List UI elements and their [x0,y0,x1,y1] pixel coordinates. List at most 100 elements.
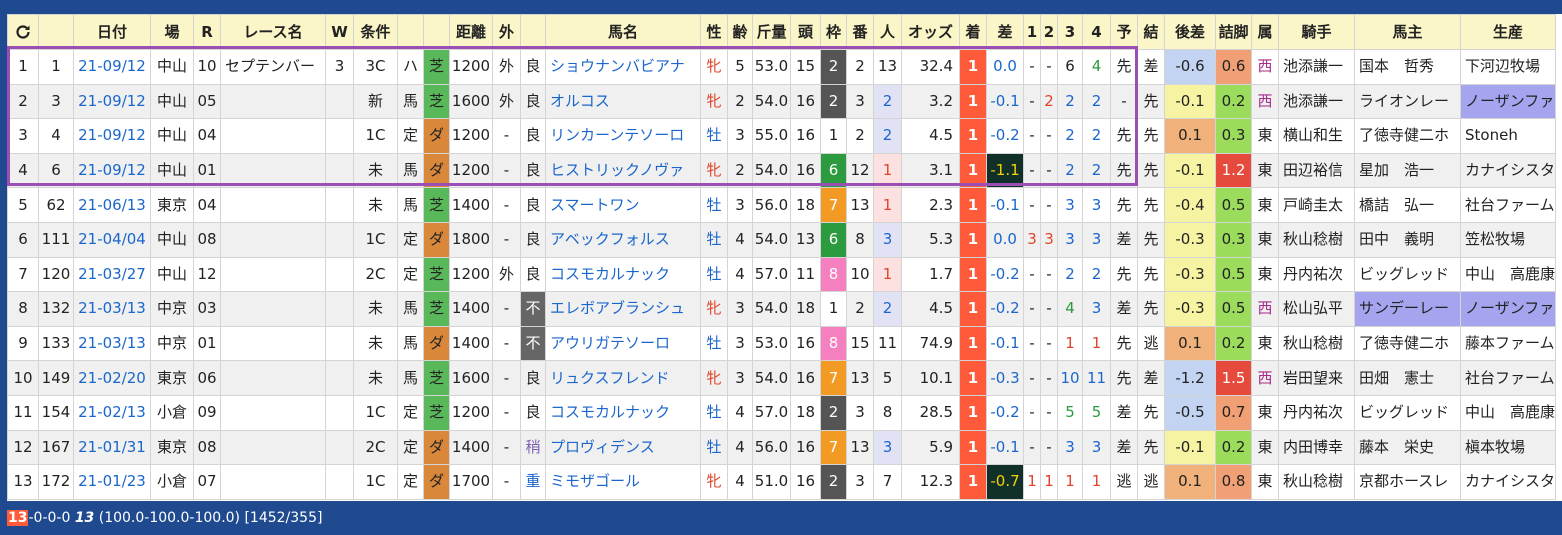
col-header-end-speed[interactable]: 詰脚 [1215,14,1252,50]
col-header-distance[interactable]: 距離 [449,14,493,50]
col-header-heads[interactable]: 頭 [790,14,821,50]
cell-horse[interactable]: ヒストリックノヴァ [545,152,701,189]
col-header-age[interactable]: 齢 [727,14,753,50]
col-header-condition[interactable] [520,14,546,50]
cell-late: -0.4 [1164,187,1216,223]
cell-frame: 1 [820,118,847,154]
cell-date[interactable]: 21-01/31 [73,429,151,466]
cell-age: 4 [727,464,753,500]
col-header-popularity[interactable]: 人 [873,14,902,50]
refresh-button[interactable] [7,14,39,50]
col-header-race-name[interactable]: レース名 [220,14,326,50]
col-header-outer[interactable]: 外 [492,14,521,50]
col-header-place[interactable]: 場 [150,14,194,50]
table-row[interactable]: 3 4 21-09/12 中山 04 1C 定ダ 1200- 良リンカーンテソーロ牡 3 55.0 1… [7,118,1557,154]
table-row[interactable]: 10 149 21-02/20 東京 06 未馬芝 1600- 良リュクスフレンド牝 3 54.0… [7,360,1557,396]
col-header-grade[interactable]: 条件 [353,14,398,50]
cell-horse[interactable]: コスモカルナック [545,394,701,431]
cell-horse[interactable]: アベックフォルス [545,221,701,258]
col-header-belong[interactable]: 属 [1251,14,1279,50]
cell-end: 0.2 [1215,429,1252,466]
cell-horse[interactable]: リンカーンテソーロ [545,118,701,154]
cell-horse[interactable]: アウリガテソーロ [545,325,701,362]
cell-date[interactable]: 21-02/13 [73,394,151,431]
table-row[interactable]: 1 1 21-09/12 中山 10 セプテンバー 3 3C ハ芝 1200 外良ショウナンバビアナ… [7,49,1557,85]
cell-date[interactable]: 21-01/23 [73,464,151,500]
cell-date[interactable]: 21-04/04 [73,221,151,258]
col-header-corner3[interactable]: 3 [1057,14,1083,50]
cell-weight: 54.0 [752,83,791,120]
col-header-race-no[interactable]: R [193,14,221,50]
cell-date[interactable]: 21-02/20 [73,360,151,396]
cell-sex: 牡 [700,325,728,362]
table-row[interactable]: 11 154 21-02/13 小倉 09 1C 定芝 1200- 良コスモカルナック牡 4 57.… [7,394,1557,431]
col-header-result[interactable]: 結 [1137,14,1165,50]
col-header-owner[interactable]: 馬主 [1354,14,1461,50]
table-row[interactable]: 5 62 21-06/13 東京 04 未馬芝 1400- 良スマートワン牡 3 56.0 18 7 1… [7,187,1557,223]
cell-horse[interactable]: エレボアブランシュ [545,291,701,327]
col-header-prediction[interactable]: 予 [1110,14,1138,50]
cell-margin: -0.3 [986,360,1024,396]
cell-owner: 田中 義明 [1354,221,1461,258]
cell-res: 逃 [1137,325,1165,362]
col-header-margin[interactable]: 差 [986,14,1024,50]
table-row[interactable]: 6 111 21-04/04 中山 08 1C 定ダ 1800- 良アベックフォルス牡 4 54.0… [7,221,1557,258]
cell-date[interactable]: 21-09/12 [73,118,151,154]
cell-horse[interactable]: オルコス [545,83,701,120]
table-row[interactable]: 7 120 21-03/27 中山 12 2C 定芝 1200 外良コスモカルナック牡 4 57.0… [7,256,1557,293]
col-header-corner1[interactable]: 1 [1023,14,1041,50]
cell-date[interactable]: 21-09/12 [73,152,151,189]
cell-horse[interactable]: スマートワン [545,187,701,223]
cell-end: 0.2 [1215,83,1252,120]
cell-jockey: 丹内祐次 [1278,256,1355,293]
cell-cls: 定 [397,256,424,293]
table-row[interactable]: 12 167 21-01/31 東京 08 2C 定ダ 1400- 稍プロヴィデンス牡 4 56.0… [7,429,1557,466]
cell-date[interactable]: 21-03/27 [73,256,151,293]
cell-owner: 国本 哲秀 [1354,49,1461,85]
table-row[interactable]: 9 133 21-03/13 中京 01 未馬ダ 1400- 不アウリガテソーロ牡 3 53.0 1… [7,325,1557,362]
col-header-corner4[interactable]: 4 [1082,14,1111,50]
cell-date[interactable]: 21-06/13 [73,187,151,223]
cell-sex: 牡 [700,429,728,466]
cell-pred: 差 [1110,291,1138,327]
table-row[interactable]: 8 132 21-03/13 中京 03 未馬芝 1400- 不エレボアブランシュ牝 3 54.0… [7,291,1557,327]
cell-date[interactable]: 21-09/12 [73,83,151,120]
cell-c1: - [1023,152,1041,189]
cell-fin: 1 [959,152,987,189]
col-header-sex[interactable]: 性 [700,14,728,50]
col-header-finish[interactable]: 着 [959,14,987,50]
cell-margin: -0.2 [986,394,1024,431]
cell-date[interactable]: 21-03/13 [73,325,151,362]
col-header-surface[interactable] [423,14,450,50]
cell-c2: - [1040,394,1058,431]
cell-breeder: 中山 高鹿康 [1459,394,1557,431]
cell-idx: 8 [7,291,39,327]
table-row[interactable]: 4 6 21-09/12 中山 01 未馬ダ 1200- 良ヒストリックノヴァ牝 2 54.0 16… [7,152,1557,189]
cell-end: 0.5 [1215,256,1252,293]
race-results-table: 日付場 R レース名 W 条件 距離外馬名性齢斤量頭枠番人オッズ着差 1 2 3 4 予結後差 詰脚属… [7,14,1557,500]
col-header-odds[interactable]: オッズ [901,14,960,50]
col-header-class[interactable] [397,14,424,50]
cell-horse[interactable]: ショウナンバビアナ [545,49,701,85]
cell-no: 172 [38,464,74,500]
table-row[interactable]: 2 3 21-09/12 中山 05 新馬芝 1600 外良オルコス牝 2 54.0 16 2 3 2 3.… [7,83,1557,120]
cell-c3: 2 [1057,256,1083,293]
cell-horse[interactable]: プロヴィデンス [545,429,701,466]
col-header-date[interactable]: 日付 [73,14,151,50]
col-header-refresh[interactable] [38,14,74,50]
col-header-number[interactable]: 番 [846,14,874,50]
col-header-weight[interactable]: 斤量 [752,14,791,50]
cell-horse[interactable]: ミモザゴール [545,464,701,500]
col-header-late-diff[interactable]: 後差 [1164,14,1216,50]
cell-horse[interactable]: リュクスフレンド [545,360,701,396]
col-header-horse-name[interactable]: 馬名 [545,14,701,50]
col-header-jockey[interactable]: 騎手 [1278,14,1355,50]
cell-date[interactable]: 21-09/12 [73,49,151,85]
col-header-frame[interactable]: 枠 [820,14,847,50]
table-row[interactable]: 13 172 21-01/23 小倉 07 1C 定ダ 1700- 重ミモザゴール牝 4 51.0 1… [7,464,1557,500]
cell-horse[interactable]: コスモカルナック [545,256,701,293]
col-header-corner2[interactable]: 2 [1040,14,1058,50]
col-header-w[interactable]: W [325,14,354,50]
cell-date[interactable]: 21-03/13 [73,291,151,327]
col-header-breeder[interactable]: 生産 [1459,14,1557,50]
